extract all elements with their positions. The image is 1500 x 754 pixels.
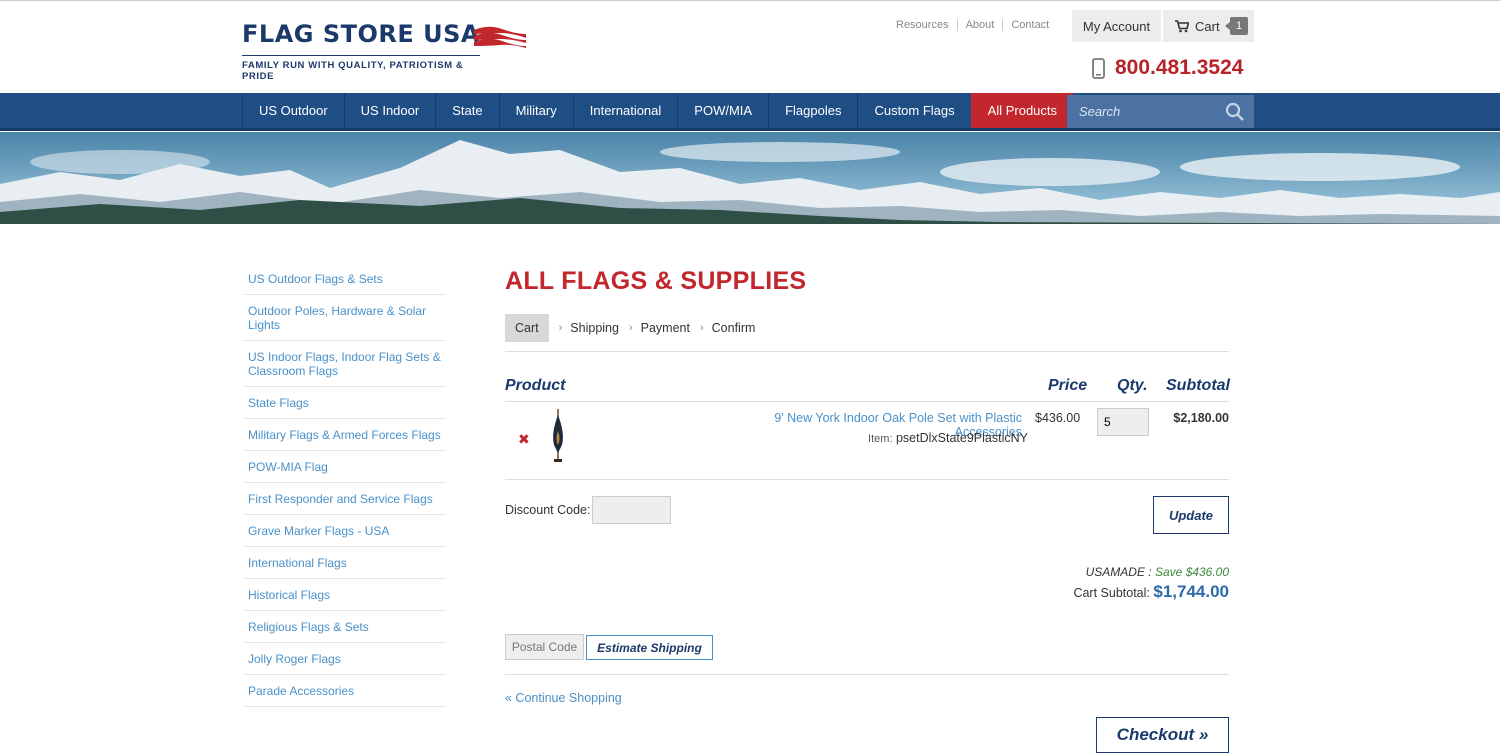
logo-wordmark: FLAG STORE USA [242, 20, 480, 48]
nav-all-products[interactable]: All Products [970, 93, 1074, 128]
flag-logo-icon [474, 26, 526, 48]
cart-button[interactable]: Cart 1 [1163, 10, 1254, 42]
sidebar-item-religious[interactable]: Religious Flags & Sets [244, 611, 446, 643]
nav-custom-flags[interactable]: Custom Flags [857, 93, 970, 128]
phone-number-text: 800.481.3524 [1115, 56, 1244, 79]
divider [505, 401, 1229, 402]
sidebar-item-first-responder[interactable]: First Responder and Service Flags [244, 483, 446, 515]
sidebar-item-jolly-roger[interactable]: Jolly Roger Flags [244, 643, 446, 675]
page-title: ALL FLAGS & SUPPLIES [505, 267, 807, 295]
divider [505, 351, 1229, 352]
column-header-subtotal: Subtotal [1166, 377, 1230, 394]
search-icon[interactable] [1225, 102, 1245, 122]
cart-label: Cart [1195, 18, 1220, 34]
column-header-qty: Qty. [1117, 377, 1148, 394]
update-button[interactable]: Update [1153, 496, 1229, 534]
main-nav: US Outdoor US Indoor State Military Inte… [0, 93, 1500, 131]
sidebar-item-outdoor-poles[interactable]: Outdoor Poles, Hardware & Solar Lights [244, 295, 446, 341]
divider [505, 479, 1229, 480]
chevron-right-icon: › [699, 322, 704, 334]
phone-number[interactable]: 800.481.3524 [1092, 56, 1243, 80]
nav-flagpoles[interactable]: Flagpoles [768, 93, 857, 128]
nav-state[interactable]: State [435, 93, 498, 128]
my-account-button[interactable]: My Account [1072, 10, 1161, 42]
chevron-right-icon: › [558, 322, 563, 334]
estimate-shipping-button[interactable]: Estimate Shipping [586, 635, 713, 660]
mountain-banner-image [0, 132, 1500, 224]
nav-items: US Outdoor US Indoor State Military Inte… [242, 93, 1074, 128]
cart-icon [1175, 19, 1189, 32]
divider [956, 19, 958, 31]
nav-military[interactable]: Military [498, 93, 573, 128]
discount-code-label: Discount Code: [505, 503, 591, 517]
utility-links: Resources About Contact [896, 19, 1049, 31]
step-cart: Cart [505, 314, 549, 342]
sidebar-item-us-indoor[interactable]: US Indoor Flags, Indoor Flag Sets & Clas… [244, 341, 446, 387]
chevron-right-icon: › [628, 322, 633, 334]
quantity-input[interactable] [1097, 408, 1149, 436]
sku-value: psetDlxState9PlasticNY [895, 431, 1028, 445]
product-thumbnail[interactable] [551, 409, 565, 465]
step-confirm: Confirm [711, 321, 756, 335]
mountain-banner [0, 132, 1500, 224]
divider [1002, 19, 1004, 31]
site-header: FLAG STORE USA FAMILY RUN WITH QUALITY, … [0, 0, 1500, 93]
sidebar-item-grave-marker[interactable]: Grave Marker Flags - USA [244, 515, 446, 547]
sidebar-item-us-outdoor[interactable]: US Outdoor Flags & Sets [244, 265, 446, 295]
discount-code-input[interactable] [592, 496, 671, 524]
step-payment: Payment [640, 321, 690, 335]
product-sku: Item: psetDlxState9PlasticNY [716, 431, 1028, 445]
step-shipping: Shipping [570, 321, 619, 335]
sidebar-item-parade[interactable]: Parade Accessories [244, 675, 446, 707]
checkout-steps: Cart › Shipping › Payment › Confirm [505, 314, 755, 342]
about-link[interactable]: About [966, 19, 995, 31]
continue-shopping-link[interactable]: « Continue Shopping [505, 691, 622, 705]
contact-link[interactable]: Contact [1011, 19, 1049, 31]
nav-international[interactable]: International [572, 93, 678, 128]
promo-code: USAMADE [1085, 565, 1145, 579]
search-input[interactable] [1079, 104, 1219, 119]
cart-subtotal-amount: $1,744.00 [1153, 582, 1229, 601]
cart-subtotal: Cart Subtotal: $1,744.00 [1073, 582, 1229, 602]
cart-subtotal-label: Cart Subtotal: [1073, 586, 1150, 600]
category-sidebar: US Outdoor Flags & Sets Outdoor Poles, H… [244, 265, 446, 707]
nav-us-indoor[interactable]: US Indoor [343, 93, 436, 128]
logo-tagline: FAMILY RUN WITH QUALITY, PATRIOTISM & PR… [242, 55, 480, 82]
promo-line: USAMADE : Save $436.00 [1086, 565, 1229, 579]
phone-icon [1092, 57, 1105, 79]
cart-count-badge: 1 [1225, 17, 1248, 35]
sidebar-item-pow-mia[interactable]: POW-MIA Flag [244, 451, 446, 483]
divider [505, 674, 1229, 675]
nav-pow-mia[interactable]: POW/MIA [677, 93, 768, 128]
site-logo[interactable]: FLAG STORE USA FAMILY RUN WITH QUALITY, … [242, 19, 526, 82]
sku-label: Item: [868, 433, 893, 445]
sidebar-item-historical[interactable]: Historical Flags [244, 579, 446, 611]
promo-separator: : [1144, 565, 1155, 579]
column-header-price: Price [1048, 377, 1088, 394]
resources-link[interactable]: Resources [896, 19, 949, 31]
postal-code-field[interactable]: Postal Code [505, 634, 584, 660]
sidebar-item-state-flags[interactable]: State Flags [244, 387, 446, 419]
search-box [1067, 95, 1254, 128]
sidebar-item-military[interactable]: Military Flags & Armed Forces Flags [244, 419, 446, 451]
nav-us-outdoor[interactable]: US Outdoor [242, 93, 344, 128]
item-price: $436.00 [1035, 411, 1081, 425]
checkout-button[interactable]: Checkout » [1096, 717, 1229, 753]
sidebar-item-international[interactable]: International Flags [244, 547, 446, 579]
remove-item-icon[interactable]: ✖ [518, 431, 530, 448]
item-subtotal: $2,180.00 [1173, 411, 1229, 425]
column-header-product: Product [505, 377, 566, 394]
promo-savings: Save $436.00 [1154, 565, 1229, 579]
